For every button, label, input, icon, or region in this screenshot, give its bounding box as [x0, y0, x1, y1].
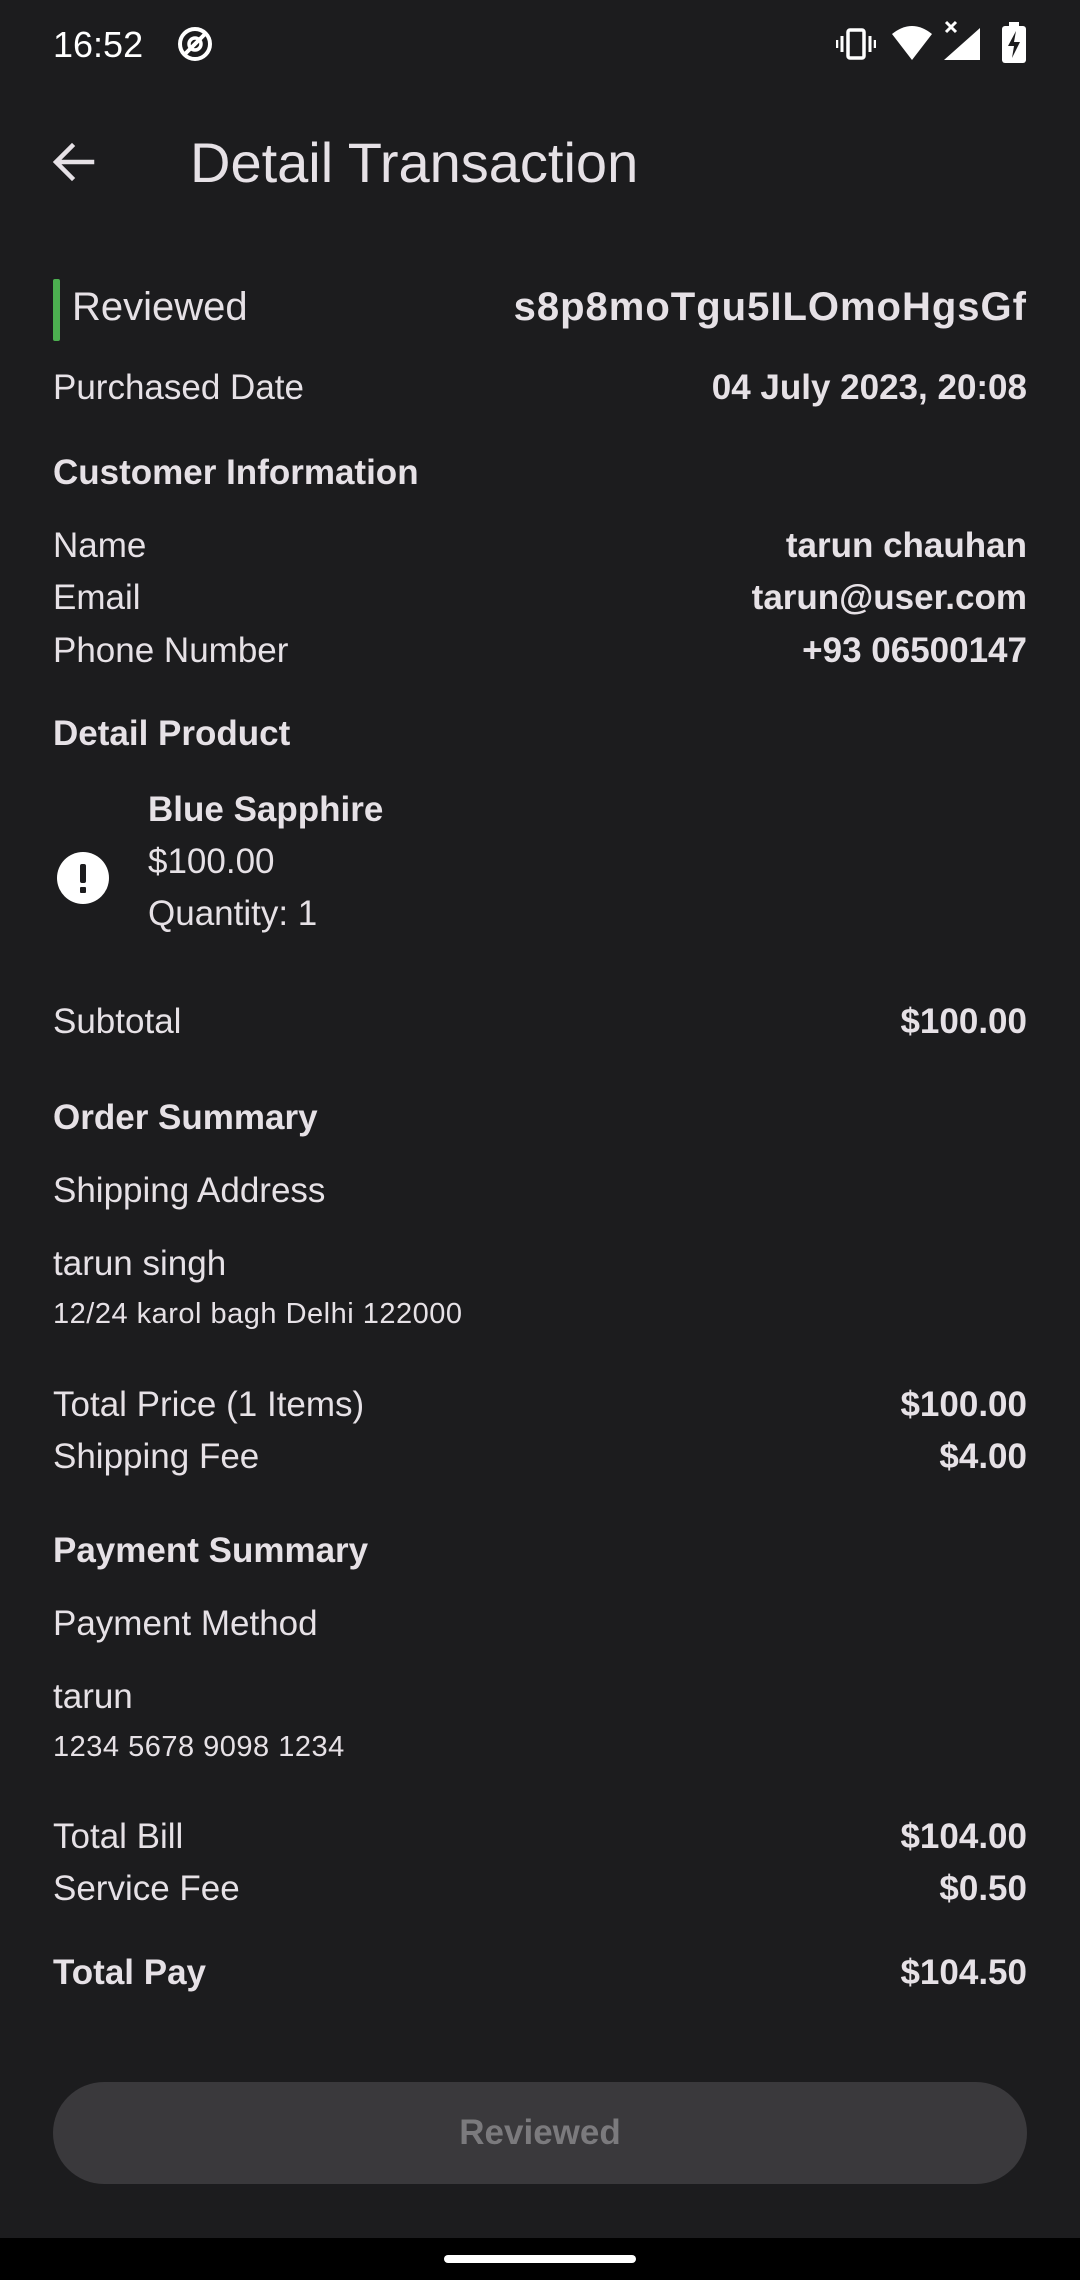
- shipping-address-label: Shipping Address: [53, 1171, 326, 1210]
- product-quantity: Quantity: 1: [148, 894, 318, 933]
- customer-name-row: Name tarun chauhan: [53, 526, 1027, 566]
- cell-signal-icon: [944, 20, 980, 60]
- purchased-date-label: Purchased Date: [53, 368, 304, 407]
- total-bill-label: Total Bill: [53, 1817, 184, 1856]
- transaction-id: s8p8moTgu5ILOmoHgsGf: [513, 285, 1027, 329]
- status-indicator-bar: [53, 279, 60, 341]
- status-time: 16:52: [53, 24, 144, 65]
- shipping-recipient: tarun singh: [53, 1244, 227, 1283]
- error-icon: [57, 852, 109, 904]
- wifi-icon: [892, 26, 932, 60]
- payment-summary-heading: Payment Summary: [53, 1531, 369, 1570]
- product-price: $100.00: [148, 842, 275, 881]
- do-not-disturb-icon: [178, 27, 212, 61]
- shipping-fee-value: $4.00: [939, 1437, 1027, 1476]
- customer-info-heading: Customer Information: [53, 453, 419, 492]
- customer-phone-value: +93 06500147: [802, 631, 1027, 670]
- home-gesture-handle[interactable]: [444, 2255, 636, 2263]
- customer-email-value: tarun@user.com: [751, 578, 1027, 617]
- customer-email-label: Email: [53, 578, 141, 617]
- customer-name-value: tarun chauhan: [785, 526, 1027, 565]
- customer-email-row: Email tarun@user.com: [53, 578, 1027, 618]
- purchased-date-value: 04 July 2023, 20:08: [711, 368, 1027, 407]
- transaction-status: Reviewed: [72, 285, 248, 329]
- subtotal-value: $100.00: [900, 1002, 1027, 1041]
- battery-charging-icon: [1002, 22, 1026, 63]
- customer-phone-label: Phone Number: [53, 631, 289, 670]
- service-fee-label: Service Fee: [53, 1869, 240, 1908]
- page-title: Detail Transaction: [190, 131, 639, 194]
- subtotal-label: Subtotal: [53, 1002, 182, 1041]
- card-number: 1234 5678 9098 1234: [53, 1731, 345, 1763]
- product-item[interactable]: Blue Sapphire $100.00 Quantity: 1: [53, 770, 1007, 940]
- subtotal-row: Subtotal $100.00: [53, 1002, 1027, 1042]
- shipping-fee-label: Shipping Fee: [53, 1437, 260, 1476]
- service-fee-row: Service Fee $0.50: [53, 1869, 1027, 1909]
- total-price-value: $100.00: [900, 1385, 1027, 1424]
- shipping-address: 12/24 karol bagh Delhi 122000: [53, 1298, 463, 1330]
- status-bar: 16:52: [0, 0, 1080, 90]
- total-price-label: Total Price (1 Items): [53, 1385, 365, 1424]
- order-summary-heading: Order Summary: [53, 1098, 318, 1137]
- purchased-date-row: Purchased Date 04 July 2023, 20:08: [53, 368, 1027, 408]
- customer-phone-row: Phone Number +93 06500147: [53, 631, 1027, 671]
- total-pay-label: Total Pay: [53, 1953, 207, 1992]
- total-bill-row: Total Bill $104.00: [53, 1817, 1027, 1857]
- total-price-row: Total Price (1 Items) $100.00: [53, 1385, 1027, 1425]
- reviewed-button[interactable]: Reviewed: [53, 2082, 1027, 2184]
- card-holder: tarun: [53, 1677, 133, 1716]
- product-name: Blue Sapphire: [148, 790, 384, 829]
- total-pay-row: Total Pay $104.50: [53, 1953, 1027, 1993]
- payment-method-label: Payment Method: [53, 1604, 318, 1643]
- vibrate-icon: [836, 28, 876, 60]
- customer-name-label: Name: [53, 526, 147, 565]
- total-pay-value: $104.50: [900, 1953, 1027, 1992]
- shipping-fee-row: Shipping Fee $4.00: [53, 1437, 1027, 1477]
- total-bill-value: $104.00: [900, 1817, 1027, 1856]
- back-arrow-icon[interactable]: [52, 140, 96, 184]
- service-fee-value: $0.50: [939, 1869, 1027, 1908]
- detail-product-heading: Detail Product: [53, 714, 291, 753]
